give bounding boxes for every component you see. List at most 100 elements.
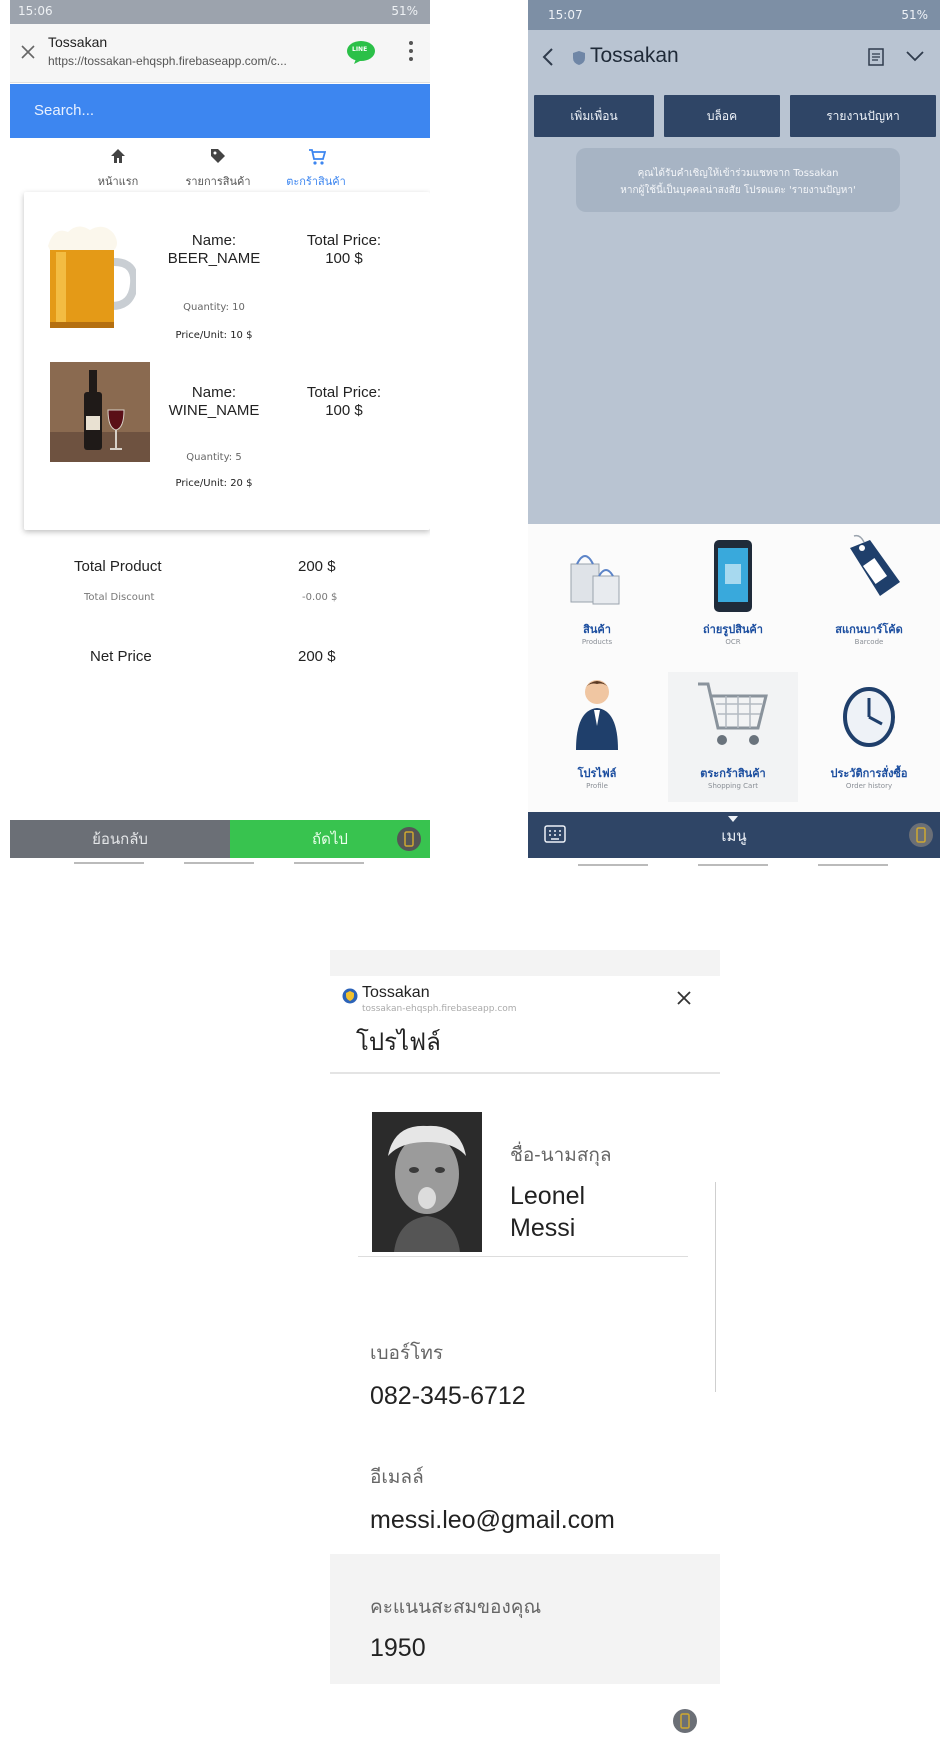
last-name: Messi <box>510 1214 576 1242</box>
nav-products[interactable]: รายการสินค้า <box>170 146 266 198</box>
floating-phone-icon[interactable] <box>908 822 934 848</box>
cart-screen: 15:06 51% Tossakan https://tossakan-ehqs… <box>10 0 430 870</box>
shopping-cart-icon <box>696 678 770 750</box>
nav-cart[interactable]: ตะกร้าสินค้า <box>268 146 364 198</box>
cart-list: Name: BEER_NAME Total Price: 100 $ Quant… <box>24 192 430 530</box>
item-unit-price: Price/Unit: 20 $ <box>175 478 253 489</box>
menu-shopping-cart[interactable]: ตระกร้าสินค้า Shopping Cart <box>668 672 798 802</box>
battery-level: 51% <box>901 8 928 22</box>
menu-sublabel: Barcode <box>854 638 884 646</box>
add-friend-button[interactable]: เพิ่มเพื่อน <box>534 95 654 137</box>
divider <box>358 1256 688 1257</box>
browser-header: Tossakan https://tossakan-ehqsph.firebas… <box>10 24 430 83</box>
search-input[interactable] <box>18 88 422 132</box>
menu-label: ตระกร้าสินค้า <box>700 767 766 780</box>
menu-bar[interactable]: เมนู <box>528 812 940 858</box>
item-name: BEER_NAME <box>167 250 261 267</box>
block-button[interactable]: บล็อค <box>664 95 780 137</box>
close-icon[interactable] <box>20 44 36 60</box>
total-discount-value: -0.00 $ <box>302 592 338 603</box>
item-name-label: Name: <box>191 384 237 401</box>
back-button[interactable]: ย้อนกลับ <box>10 820 230 858</box>
item-name-label: Name: <box>191 232 237 249</box>
points-card: คะแนนสะสมของคุณ 1950 <box>330 1554 720 1684</box>
phone-label: เบอร์โทร <box>370 1343 444 1364</box>
liff-header: Tossakan tossakan-ehqsph.firebaseapp.com… <box>330 976 720 1074</box>
app-url: tossakan-ehqsph.firebaseapp.com <box>362 1004 517 1014</box>
status-time: 15:07 <box>548 8 583 22</box>
person-icon <box>574 676 620 752</box>
menu-sublabel: Shopping Cart <box>708 782 758 790</box>
keyboard-icon[interactable] <box>544 825 566 843</box>
note-icon[interactable] <box>868 48 884 66</box>
menu-label: ถ่ายรูปสินค้า <box>703 623 763 636</box>
menu-sublabel: Order history <box>845 782 893 790</box>
menu-label: สินค้า <box>583 623 611 636</box>
tab-title: Tossakan <box>48 34 108 50</box>
phone-camera-icon <box>710 538 756 614</box>
page-title: โปรไฟล์ <box>356 1029 441 1056</box>
search-bar <box>10 84 430 138</box>
invitation-notice: คุณได้รับคำเชิญให้เข้าร่วมแชทจาก Tossaka… <box>576 148 900 212</box>
cart-icon <box>308 148 326 166</box>
wine-bottle-image <box>50 362 150 462</box>
chat-title: Tossakan <box>590 44 679 67</box>
chevron-down-icon[interactable] <box>906 50 924 62</box>
menu-ocr[interactable]: ถ่ายรูปสินค้า OCR <box>668 534 798 658</box>
item-quantity: Quantity: 5 <box>186 452 242 463</box>
scrollbar[interactable] <box>715 1182 716 1392</box>
item-name: WINE_NAME <box>168 402 260 419</box>
item-total: 100 $ <box>325 402 363 419</box>
cart-item[interactable]: Name: BEER_NAME Total Price: 100 $ Quant… <box>24 192 430 352</box>
floating-phone-icon[interactable] <box>672 1708 698 1734</box>
menu-profile[interactable]: โปรไฟล์ Profile <box>532 672 662 802</box>
app-shield-icon <box>342 988 358 1004</box>
net-price-label: Net Price <box>90 648 152 665</box>
line-badge-text: LINE <box>352 46 368 53</box>
nav-home[interactable]: หน้าแรก <box>70 146 166 198</box>
gesture-bar <box>578 864 898 868</box>
menu-sublabel: Profile <box>586 782 608 790</box>
total-product-value: 200 $ <box>298 558 336 575</box>
floating-phone-icon[interactable] <box>396 826 422 852</box>
notice-line-2: หากผู้ใช้นี้เป็นบุคคลน่าสงสัย โปรดแตะ 'ร… <box>620 185 856 196</box>
item-total-label: Total Price: <box>306 232 382 249</box>
report-button[interactable]: รายงานปัญหา <box>790 95 936 137</box>
name-label: ชื่อ-นามสกุล <box>510 1145 612 1166</box>
tab-url: https://tossakan-ehqsph.firebaseapp.com/… <box>48 54 287 68</box>
first-name: Leonel <box>510 1182 586 1210</box>
chat-header: Tossakan <box>528 30 940 84</box>
status-bar: 15:07 51% <box>528 0 940 30</box>
item-quantity: Quantity: 10 <box>183 302 245 313</box>
more-vert-icon[interactable] <box>408 40 414 62</box>
menu-label: โปรไฟล์ <box>577 767 617 780</box>
menu-order-history[interactable]: ประวัติการสั่งซื้อ Order history <box>804 672 934 802</box>
shopping-bags-icon <box>567 546 627 608</box>
menu-sublabel: Products <box>581 638 613 646</box>
avatar <box>372 1112 482 1252</box>
profile-screen: Tossakan tossakan-ehqsph.firebaseapp.com… <box>330 950 720 1740</box>
total-discount-label: Total Discount <box>84 592 155 603</box>
battery-level: 51% <box>391 4 418 18</box>
notice-line-1: คุณได้รับคำเชิญให้เข้าร่วมแชทจาก Tossaka… <box>637 168 839 179</box>
menu-barcode[interactable]: สแกนบาร์โค้ด Barcode <box>804 534 934 658</box>
cart-item[interactable]: Name: WINE_NAME Total Price: 100 $ Quant… <box>24 352 430 512</box>
points-label: คะแนนสะสมของคุณ <box>370 1597 542 1618</box>
status-bar <box>330 950 720 976</box>
status-time: 15:06 <box>18 4 53 18</box>
item-unit-price: Price/Unit: 10 $ <box>175 330 253 341</box>
net-price-value: 200 $ <box>298 648 336 665</box>
back-arrow-icon[interactable] <box>542 48 554 66</box>
menu-label: สแกนบาร์โค้ด <box>835 623 903 636</box>
beer-mug-image <box>44 222 136 332</box>
status-bar: 15:06 51% <box>10 0 430 24</box>
email-label: อีเมลล์ <box>370 1467 424 1488</box>
close-icon[interactable] <box>676 990 692 1006</box>
menu-label: ประวัติการสั่งซื้อ <box>830 767 908 780</box>
item-total-label: Total Price: <box>306 384 382 401</box>
tag-icon <box>210 148 226 164</box>
clock-icon <box>842 686 896 748</box>
menu-products[interactable]: สินค้า Products <box>532 534 662 658</box>
home-icon <box>110 148 126 164</box>
points-value: 1950 <box>370 1634 426 1662</box>
